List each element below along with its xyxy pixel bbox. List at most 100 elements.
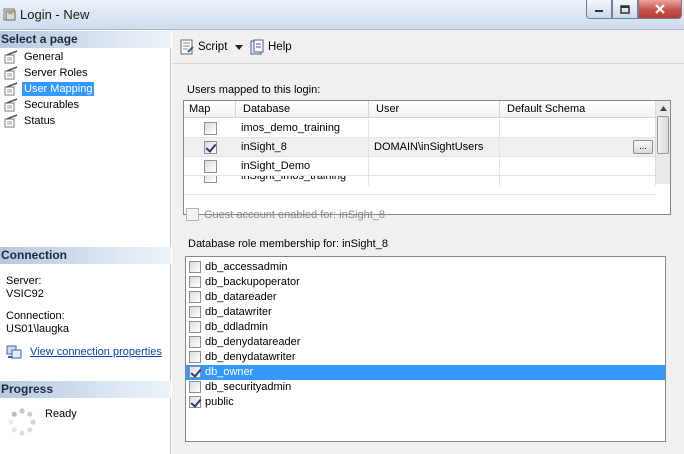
role-label: db_owner	[205, 366, 254, 378]
role-label: db_datareader	[205, 291, 277, 303]
list-item[interactable]: db_backupoperator	[186, 275, 665, 290]
table-row[interactable]: inSight_imos_training	[184, 176, 656, 195]
maximize-button[interactable]	[612, 0, 638, 19]
scroll-up-icon	[660, 106, 667, 111]
page-icon	[4, 114, 18, 128]
progress-status: Ready	[45, 408, 77, 420]
list-item[interactable]: db_denydatareader	[186, 335, 665, 350]
role-checkbox[interactable]	[189, 261, 201, 273]
default-schema-cell[interactable]	[500, 176, 656, 186]
view-connection-properties-link[interactable]: View connection properties	[30, 346, 162, 358]
title-bar: Login - New	[0, 0, 684, 30]
column-header-default-schema[interactable]: Default Schema	[500, 101, 658, 118]
chevron-down-icon[interactable]	[234, 43, 244, 51]
role-label: db_denydatawriter	[205, 351, 296, 363]
page-item-user-mapping[interactable]: User Mapping	[4, 81, 95, 97]
guest-account-row[interactable]: Guest account enabled for: inSight_8	[186, 208, 385, 221]
sql-server-icon	[3, 8, 16, 21]
user-cell[interactable]	[369, 119, 500, 138]
role-label: db_datawriter	[205, 306, 272, 318]
right-pane: Script Help Users mapped to this login: …	[172, 30, 684, 454]
map-checkbox[interactable]	[204, 176, 217, 183]
script-icon	[180, 39, 194, 55]
database-cell: inSight_Demo	[236, 157, 369, 176]
role-label: public	[205, 396, 234, 408]
default-schema-cell[interactable]	[500, 119, 656, 138]
column-header-user[interactable]: User	[369, 101, 500, 118]
column-header-database[interactable]: Database	[236, 101, 369, 118]
role-checkbox[interactable]	[189, 366, 201, 378]
table-row[interactable]: inSight_Demo	[184, 157, 656, 176]
default-schema-cell[interactable]	[500, 157, 656, 176]
select-page-header: Select a page	[0, 31, 171, 48]
view-connection-row[interactable]: View connection properties	[6, 345, 162, 359]
script-button[interactable]: Script	[179, 38, 247, 56]
role-label: db_backupoperator	[205, 276, 300, 288]
role-membership-label: Database role membership for: inSight_8	[188, 238, 388, 250]
role-checkbox[interactable]	[189, 396, 201, 408]
list-item[interactable]: db_securityadmin	[186, 380, 665, 395]
page-item-label: User Mapping	[22, 82, 95, 96]
page-item-general[interactable]: General	[4, 49, 65, 65]
column-header-map[interactable]: Map	[184, 101, 236, 118]
close-icon	[655, 4, 665, 14]
table-row[interactable]: inSight_8 DOMAIN\inSightUsers ...	[184, 138, 656, 157]
list-item[interactable]: db_owner	[186, 365, 665, 380]
close-button[interactable]	[638, 0, 682, 19]
user-cell[interactable]: DOMAIN\inSightUsers	[369, 138, 500, 157]
role-checkbox[interactable]	[189, 306, 201, 318]
page-item-securables[interactable]: Securables	[4, 97, 81, 113]
list-item[interactable]: db_accessadmin	[186, 260, 665, 275]
minimize-icon	[595, 10, 603, 12]
scroll-thumb[interactable]	[657, 116, 669, 154]
connection-label: Connection:	[6, 310, 65, 322]
progress-header: Progress	[0, 381, 171, 398]
user-cell[interactable]	[369, 176, 500, 186]
role-checkbox[interactable]	[189, 291, 201, 303]
connection-header: Connection	[0, 247, 171, 264]
table-row[interactable]: imos_demo_training	[184, 119, 656, 138]
users-mapped-grid: Map Database User Default Schema imos_de…	[183, 100, 671, 215]
map-checkbox[interactable]	[204, 160, 217, 173]
role-checkbox[interactable]	[189, 351, 201, 363]
list-item[interactable]: db_datareader	[186, 290, 665, 305]
page-item-status[interactable]: Status	[4, 113, 57, 129]
guest-account-label: Guest account enabled for: inSight_8	[204, 208, 386, 221]
role-checkbox[interactable]	[189, 321, 201, 333]
minimize-button[interactable]	[586, 0, 612, 19]
role-label: db_denydatareader	[205, 336, 301, 348]
scroll-up-button[interactable]	[656, 101, 670, 116]
map-checkbox[interactable]	[204, 122, 217, 135]
browse-schema-button[interactable]: ...	[633, 140, 653, 154]
page-icon	[4, 82, 18, 96]
grid-vertical-scrollbar[interactable]	[655, 101, 670, 184]
help-label: Help	[268, 41, 292, 53]
role-checkbox[interactable]	[189, 381, 201, 393]
help-icon	[250, 39, 264, 55]
guest-account-checkbox[interactable]	[186, 208, 199, 221]
role-checkbox[interactable]	[189, 336, 201, 348]
role-label: db_accessadmin	[205, 261, 288, 273]
page-icon	[4, 50, 18, 64]
page-item-server-roles[interactable]: Server Roles	[4, 65, 90, 81]
help-button[interactable]: Help	[249, 38, 292, 56]
list-item[interactable]: db_datawriter	[186, 305, 665, 320]
page-item-label: Status	[24, 115, 56, 127]
progress-spinner-icon	[8, 408, 36, 436]
list-item[interactable]: public	[186, 395, 665, 410]
connection-value: US01\laugka	[6, 323, 69, 335]
page-icon	[4, 66, 18, 80]
page-item-label: Securables	[24, 99, 80, 111]
database-cell: inSight_8	[236, 138, 369, 157]
map-checkbox[interactable]	[204, 141, 217, 154]
page-icon	[4, 98, 18, 112]
connection-properties-icon	[6, 345, 22, 359]
script-label: Script	[198, 41, 228, 53]
list-item[interactable]: db_denydatawriter	[186, 350, 665, 365]
list-item[interactable]: db_ddladmin	[186, 320, 665, 335]
user-cell[interactable]	[369, 157, 500, 176]
default-schema-cell[interactable]: ...	[500, 138, 656, 157]
server-value: VSIC92	[6, 288, 44, 300]
role-checkbox[interactable]	[189, 276, 201, 288]
page-item-label: Server Roles	[24, 67, 88, 79]
